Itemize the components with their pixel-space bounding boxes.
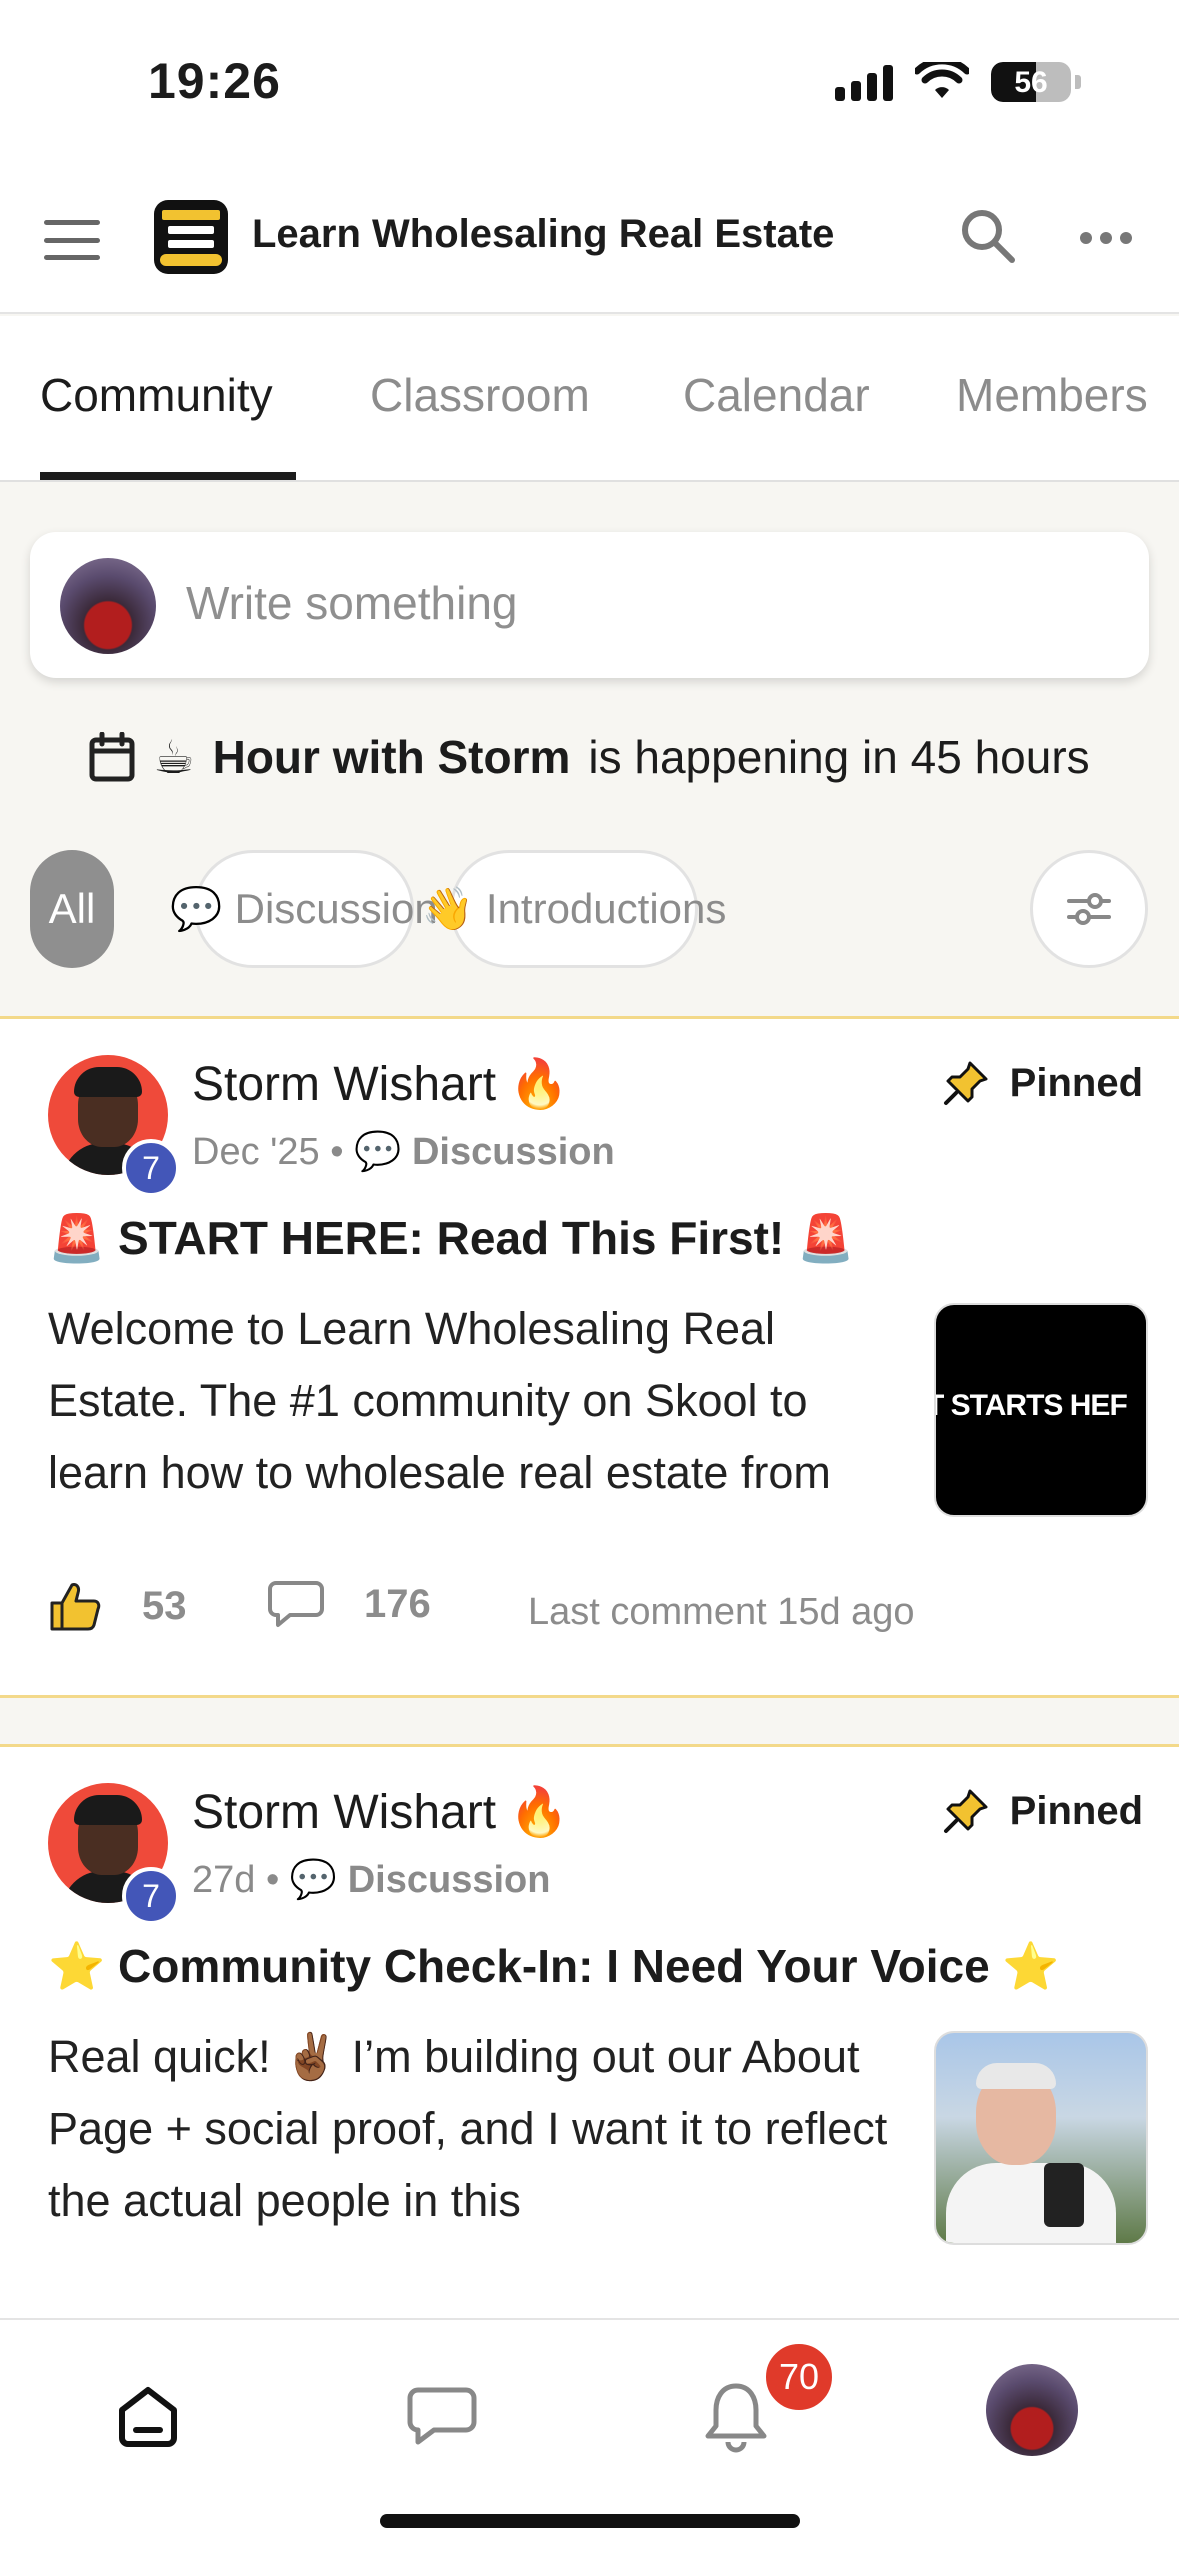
filter-settings-button[interactable] (1030, 850, 1148, 968)
status-icons: 56 (835, 62, 1081, 102)
cellular-signal-icon (835, 63, 893, 101)
battery-tip (1075, 75, 1081, 89)
comment-icon (268, 1581, 324, 1627)
post-card[interactable]: 7 Storm Wishart 🔥 Dec '25 • 💬 Discussion… (0, 1016, 1179, 1698)
menu-icon[interactable] (44, 220, 100, 260)
post-category[interactable]: Discussion (412, 1131, 615, 1173)
group-logo[interactable] (154, 200, 228, 274)
comment-button[interactable]: 176 (268, 1579, 431, 1629)
post-actions: 53 176 Last comment 15d ago (48, 1579, 1148, 1649)
filter-chip-discussion[interactable]: 💬 Discussion (170, 850, 438, 968)
home-icon[interactable] (108, 2376, 188, 2456)
pinned-label: Pinned (1009, 1788, 1143, 1833)
sliders-icon (1067, 893, 1111, 925)
thumbs-up-icon (50, 1583, 101, 1631)
filter-chip-label: Introductions (485, 885, 727, 932)
speech-bubble-icon: 💬 (170, 884, 223, 933)
filter-chip-introductions[interactable]: 👋 Introductions (422, 850, 726, 968)
speech-bubble-icon: 💬 (289, 1857, 338, 1901)
post-meta: Dec '25 • 💬 Discussion (192, 1129, 615, 1173)
tab-calendar[interactable]: Calendar (683, 368, 870, 422)
post-composer[interactable]: Write something (30, 532, 1149, 678)
home-indicator (380, 2514, 800, 2528)
pin-icon (943, 1789, 988, 1833)
thumbnail-text: T STARTS HEF (934, 1389, 1128, 1422)
author-name-text: Storm Wishart (192, 1786, 497, 1839)
level-badge: 7 (122, 1139, 180, 1197)
search-icon[interactable] (958, 206, 1018, 266)
avatar (60, 558, 156, 654)
coffee-icon: ☕ (153, 730, 195, 784)
more-options-icon[interactable] (1080, 232, 1132, 244)
fire-icon: 🔥 (509, 1784, 570, 1840)
status-bar: 19:26 56 (0, 0, 1179, 170)
post-title[interactable]: 🚨 START HERE: Read This First! 🚨 (48, 1211, 854, 1266)
post-thumbnail[interactable]: T STARTS HEF (934, 1303, 1148, 1517)
fire-icon: 🔥 (509, 1056, 570, 1112)
category-filters: All 💬 Discussion 👋 Introductions (30, 850, 1179, 968)
author-name[interactable]: Storm Wishart 🔥 (192, 1783, 569, 1840)
post-card[interactable]: 7 Storm Wishart 🔥 27d • 💬 Discussion Pin… (0, 1744, 1179, 2320)
filter-chip-label: All (48, 885, 96, 932)
group-title[interactable]: Learn Wholesaling Real Estate (252, 212, 834, 257)
like-button[interactable]: 53 (48, 1579, 187, 1633)
author-name[interactable]: Storm Wishart 🔥 (192, 1055, 569, 1112)
calendar-icon (89, 732, 135, 782)
pin-icon (943, 1061, 988, 1105)
status-time: 19:26 (148, 53, 281, 109)
app-header: Learn Wholesaling Real Estate (0, 170, 1179, 314)
event-banner[interactable]: ☕ Hour with Storm is happening in 45 hou… (0, 730, 1179, 784)
pinned-label: Pinned (1009, 1060, 1143, 1105)
speech-bubble-icon: 💬 (354, 1129, 402, 1173)
active-tab-indicator (40, 472, 296, 480)
pinned-badge: Pinned (942, 1787, 1143, 1835)
event-time-text: is happening in 45 hours (588, 731, 1090, 783)
post-date: 27d (192, 1859, 256, 1901)
tab-community[interactable]: Community (40, 368, 273, 422)
level-badge: 7 (122, 1867, 180, 1925)
post-title[interactable]: ⭐ Community Check-In: I Need Your Voice … (48, 1939, 1060, 1994)
author-name-text: Storm Wishart (192, 1058, 497, 1111)
event-name: Hour with Storm (212, 731, 571, 783)
tab-bar: Community Classroom Calendar Members (0, 316, 1179, 482)
last-comment-text: Last comment 15d ago (528, 1591, 915, 1633)
filter-chip-label: Discussion (234, 885, 438, 932)
battery-percent: 56 (1014, 66, 1048, 99)
tab-classroom[interactable]: Classroom (370, 368, 590, 422)
post-date: Dec '25 (192, 1131, 320, 1173)
tab-members[interactable]: Members (956, 368, 1148, 422)
post-category[interactable]: Discussion (348, 1859, 551, 1901)
chat-icon[interactable] (402, 2376, 482, 2456)
post-thumbnail[interactable] (934, 2031, 1148, 2245)
filter-chip-all[interactable]: All (30, 850, 114, 968)
battery-icon: 56 (991, 62, 1071, 102)
post-meta: 27d • 💬 Discussion (192, 1857, 551, 1901)
waving-hand-icon: 👋 (421, 884, 474, 933)
write-something-input[interactable]: Write something (186, 576, 518, 630)
notification-count-badge: 70 (762, 2340, 836, 2414)
comment-count: 176 (364, 1581, 431, 1626)
wifi-icon (915, 62, 969, 98)
pinned-badge: Pinned (942, 1059, 1143, 1107)
post-body[interactable]: Real quick! ✌🏾 I’m building out our Abou… (48, 2021, 908, 2237)
post-body[interactable]: Welcome to Learn Wholesaling Real Estate… (48, 1293, 908, 1509)
profile-avatar[interactable] (986, 2364, 1078, 2456)
like-count: 53 (142, 1583, 187, 1628)
